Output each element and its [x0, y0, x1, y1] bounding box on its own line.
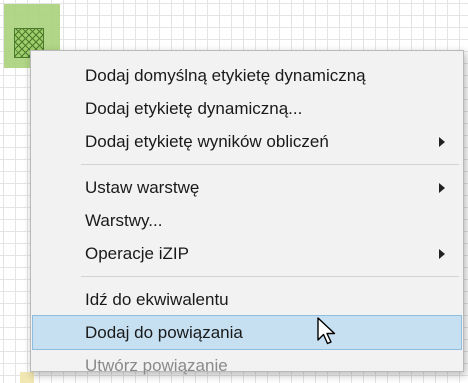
menu-item-label: Dodaj etykietę dynamiczną...: [85, 99, 303, 118]
menu-item-label: Idź do ekwiwalentu: [85, 290, 229, 309]
canvas-object-fragment: [20, 372, 34, 383]
menu-item-izip-operations[interactable]: Operacje iZIP: [33, 237, 461, 270]
menu-item-label: Warstwy...: [85, 211, 163, 230]
menu-separator: [81, 164, 459, 165]
menu-separator: [81, 276, 459, 277]
menu-item-label: Operacje iZIP: [85, 244, 189, 263]
menu-item-label: Ustaw warstwę: [85, 178, 200, 197]
menu-item-create-binding: Utwórz powiązanie: [33, 349, 461, 382]
menu-item-label: Utwórz powiązanie: [85, 356, 228, 375]
menu-item-add-default-dynamic-label[interactable]: Dodaj domyślną etykietę dynamiczną: [33, 59, 461, 92]
menu-item-add-to-binding[interactable]: Dodaj do powiązania: [32, 315, 462, 350]
chevron-right-icon: [439, 183, 445, 193]
menu-item-go-to-equivalent[interactable]: Idź do ekwiwalentu: [33, 283, 461, 316]
chevron-right-icon: [439, 137, 445, 147]
menu-item-label: Dodaj etykietę wyników obliczeń: [85, 132, 329, 151]
menu-item-add-dynamic-label[interactable]: Dodaj etykietę dynamiczną...: [33, 92, 461, 125]
menu-item-label: Dodaj do powiązania: [85, 323, 243, 342]
menu-item-set-layer[interactable]: Ustaw warstwę: [33, 171, 461, 204]
menu-item-label: Dodaj domyślną etykietę dynamiczną: [85, 66, 366, 85]
menu-item-layers[interactable]: Warstwy...: [33, 204, 461, 237]
context-menu: Dodaj domyślną etykietę dynamiczną Dodaj…: [30, 50, 464, 375]
menu-item-add-calculation-results-label[interactable]: Dodaj etykietę wyników obliczeń: [33, 125, 461, 158]
chevron-right-icon: [439, 249, 445, 259]
arrow-pointer-icon: [317, 317, 336, 345]
